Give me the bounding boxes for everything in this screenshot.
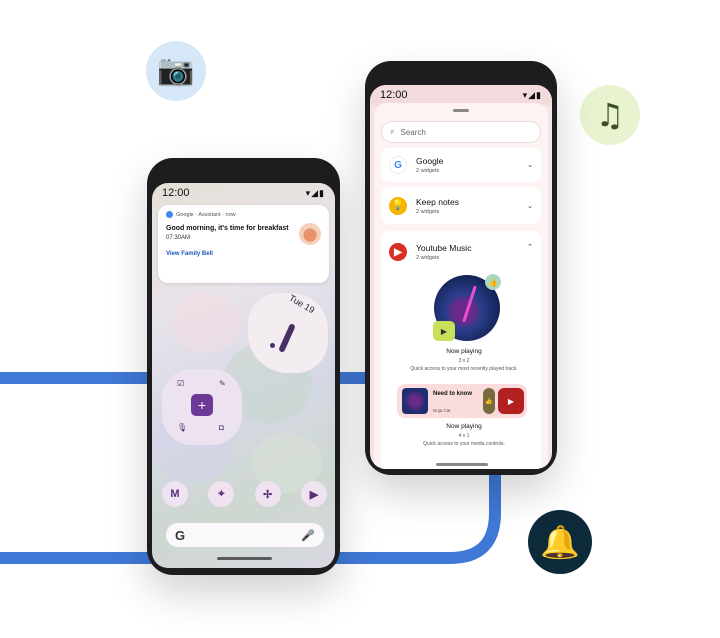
app-name: Youtube Music	[416, 243, 472, 253]
app-name: Keep notes	[416, 196, 460, 207]
track-artist: Doja Cat	[433, 408, 451, 413]
youtube-music-icon: ▶	[389, 243, 407, 261]
widget-desc: Quick access to your media controls.	[423, 441, 505, 447]
search-placeholder: Search	[400, 127, 426, 137]
album-cover	[402, 388, 428, 414]
checkbox-icon[interactable]: ☑	[177, 379, 184, 388]
bell-icon: 🔔	[540, 523, 580, 561]
view-family-bell-link[interactable]: View Family Bell	[166, 251, 321, 257]
google-icon: G	[389, 156, 407, 174]
widget-count: 2 widgets	[416, 255, 440, 261]
maps-icon[interactable]: ⌖	[208, 481, 235, 507]
chevron-down-icon[interactable]: ⌄	[527, 161, 533, 169]
add-note-button[interactable]: +	[191, 394, 213, 416]
sheet-handle[interactable]	[453, 109, 469, 112]
status-bar: 12:00 ▾◢▮	[152, 183, 335, 203]
notification-source-text: Google · Assistant · now	[176, 211, 236, 218]
left-phone: 12:00 ▾◢▮ Google · Assistant · now Good …	[147, 158, 340, 575]
widget-count: 2 widgets	[416, 168, 440, 174]
music-badge: ♫	[580, 85, 640, 145]
status-time: 12:00	[380, 89, 408, 101]
widget-count: 2 widgets	[416, 208, 440, 215]
notification-source: Google · Assistant · now	[166, 211, 321, 218]
pinwheel-icon[interactable]: ✢	[254, 481, 281, 507]
widget-size: 4 x 1	[458, 433, 470, 439]
clock-widget[interactable]: Tue 19	[248, 293, 328, 373]
camera-icon: 📷	[157, 53, 195, 88]
status-icons: ▾◢▮	[305, 187, 325, 198]
notification-title: Good morning, it's time for breakfast	[166, 225, 289, 232]
gesture-bar[interactable]	[436, 463, 488, 466]
app-row-keep[interactable]: 💡 Keep notes 2 widgets ⌄	[381, 187, 541, 224]
wallpaper-petal	[172, 293, 242, 353]
camera-badge: 📷	[146, 41, 206, 101]
notification-card[interactable]: Google · Assistant · now Good morning, i…	[158, 205, 329, 283]
thumb-up-button[interactable]: 👍	[483, 388, 495, 414]
gmail-icon[interactable]: M	[162, 481, 188, 507]
mini-player-widget[interactable]: Need to know Doja Cat 👍 ▶	[397, 384, 527, 418]
breakfast-thumbnail	[299, 223, 321, 245]
music-note-icon: ♫	[595, 96, 625, 134]
widget-large-caption: Now playing 3 x 2 Quick access to your m…	[394, 348, 534, 373]
search-icon: ⌕	[390, 127, 395, 136]
right-phone: 12:00 ▾◢▮ ⌕ Search G Google 2 widgets ⌄	[365, 61, 557, 475]
widget-desc: Quick access to your most recently playe…	[410, 366, 518, 372]
youtube-icon[interactable]: ▶	[300, 481, 327, 507]
track-title: Need to know	[433, 391, 473, 397]
thumb-up-icon[interactable]: 👍	[485, 274, 501, 290]
marketing-illustration: 📷 ♫ 🔔 12:00 ▾◢▮ Google · Assistant · now…	[0, 0, 720, 638]
widget-small-caption: Now playing 4 x 1 Quick access to your m…	[394, 423, 534, 448]
voice-search-icon[interactable]: 🎤	[301, 529, 315, 542]
google-search-bar[interactable]: G 🎤	[166, 523, 324, 547]
play-icon[interactable]: ▶	[433, 321, 455, 341]
widget-picker-screen: 12:00 ▾◢▮ ⌕ Search G Google 2 widgets ⌄	[370, 85, 552, 469]
clock-date: Tue 19	[287, 292, 317, 316]
status-icons: ▾◢▮	[522, 89, 542, 100]
play-button[interactable]: ▶	[498, 388, 524, 414]
bell-badge: 🔔	[528, 510, 592, 574]
app-name: Google	[416, 156, 444, 166]
mic-icon[interactable]: 🎙	[177, 423, 187, 432]
status-bar: 12:00 ▾◢▮	[370, 85, 552, 105]
clock-hand	[278, 323, 296, 353]
widget-title: Now playing	[446, 423, 482, 430]
google-logo: G	[175, 527, 186, 543]
chevron-down-icon[interactable]: ⌄	[527, 202, 533, 210]
pencil-icon[interactable]: ✎	[219, 379, 226, 388]
home-screen: 12:00 ▾◢▮ Google · Assistant · now Good …	[152, 183, 335, 568]
camera-small-icon[interactable]: ◘	[219, 423, 224, 432]
widget-size: 3 x 2	[458, 358, 470, 364]
app-dock: M ⌖ ✢ ▶	[162, 481, 327, 507]
gesture-bar[interactable]	[217, 557, 272, 560]
clock-dot	[270, 343, 275, 348]
widget-sheet: ⌕ Search G Google 2 widgets ⌄ 💡 Keep not…	[374, 103, 548, 469]
status-time: 12:00	[162, 187, 190, 199]
widget-title: Now playing	[446, 348, 482, 355]
notification-time: 07:30AM	[166, 235, 191, 241]
assistant-icon	[166, 211, 173, 218]
keep-icon: 💡	[389, 196, 407, 215]
widget-search-input[interactable]: ⌕ Search	[381, 121, 541, 143]
keep-quick-widget[interactable]: ☑ ✎ + 🎙 ◘	[162, 369, 242, 445]
app-row-google[interactable]: G Google 2 widgets ⌄	[381, 148, 541, 182]
chevron-up-icon[interactable]: ⌃	[527, 243, 533, 251]
